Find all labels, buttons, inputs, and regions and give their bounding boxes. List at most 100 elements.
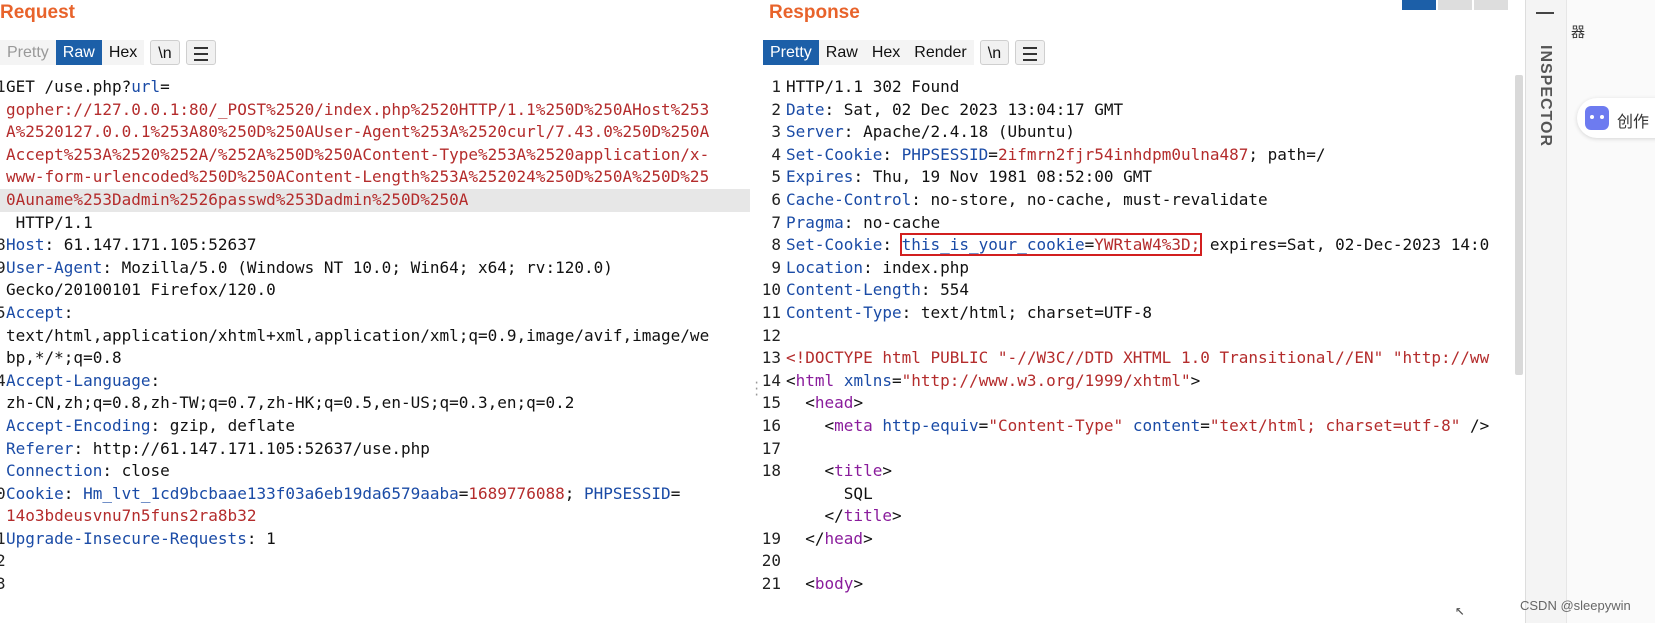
response-line[interactable]: 8 Set-Cookie: this_is_your_cookie=YWRtaW4… xyxy=(760,233,1520,257)
response-line[interactable]: 6 Cache-Control: no-store, no-cache, must… xyxy=(760,189,1520,212)
response-line[interactable]: 11 Content-Type: text/html; charset=UTF-8 xyxy=(760,302,1520,325)
line-number: 1 xyxy=(771,77,781,96)
response-pane: Response Pretty Raw Hex Render \n 1 HTTP/… xyxy=(760,0,1520,623)
response-scrollbar[interactable] xyxy=(1515,75,1523,375)
response-line[interactable]: 21 <body> xyxy=(760,573,1520,596)
line-number: 5 xyxy=(771,167,781,187)
inspector-panel[interactable]: INSPECTOR xyxy=(1525,0,1566,623)
line-number: 21 xyxy=(761,574,781,594)
request-line[interactable]: Connection: close xyxy=(0,460,750,483)
line-number xyxy=(760,483,786,506)
response-tab-raw[interactable]: Raw xyxy=(818,40,865,65)
response-tab-hex[interactable]: Hex xyxy=(864,40,908,65)
response-line[interactable]: 14 <html xmlns="http://www.w3.org/1999/xh… xyxy=(760,370,1520,393)
response-line[interactable]: 4 Set-Cookie: PHPSESSID=2ifmrn2fjr54inhdp… xyxy=(760,144,1520,167)
line-text: Cookie: Hm_lvt_1cd9bcbaae133f03a6eb19da6… xyxy=(6,483,681,503)
request-line[interactable]: www-form-urlencoded%250D%250AContent-Len… xyxy=(0,166,750,189)
line-text: </title> xyxy=(786,506,902,526)
line-text: <html xmlns="http://www.w3.org/1999/xhtm… xyxy=(786,370,1201,390)
request-line[interactable]: Accept-Encoding: gzip, deflate xyxy=(0,415,750,438)
request-line[interactable]: 14o3bdeusvnu7n5funs2ra8b32 xyxy=(0,505,750,528)
request-line[interactable]: 3 xyxy=(0,573,750,596)
line-number: 14 xyxy=(761,370,781,390)
highlighted-cookie: this_is_your_cookie=YWRtaW4%3D; xyxy=(899,233,1203,257)
request-line[interactable]: bp,*/*;q=0.8 xyxy=(0,347,750,370)
request-menu-button[interactable] xyxy=(185,40,216,65)
response-editor[interactable]: 1 HTTP/1.1 302 Found 2 Date: Sat, 02 Dec 20… xyxy=(760,76,1520,596)
line-text: Date: Sat, 02 Dec 2023 13:04:17 GMT xyxy=(786,99,1124,119)
response-line[interactable]: SQL xyxy=(760,483,1520,506)
layout-vertical-button[interactable] xyxy=(1438,0,1472,10)
request-line[interactable]: A%2520127.0.0.1%253A80%250D%250AUser-Age… xyxy=(0,121,750,144)
line-text: Upgrade-Insecure-Requests: 1 xyxy=(6,528,276,548)
request-line[interactable]: gopher://127.0.0.1:80/_POST%2520/index.p… xyxy=(0,99,750,122)
line-text xyxy=(786,438,1520,461)
request-tab-hex[interactable]: Hex xyxy=(101,40,145,65)
response-line[interactable]: 12 xyxy=(760,325,1520,348)
pane-divider[interactable]: · · · xyxy=(750,0,760,623)
request-tab-raw[interactable]: Raw xyxy=(55,40,102,65)
request-tab-pretty[interactable]: Pretty xyxy=(0,40,56,65)
request-line[interactable]: 8 Host: 61.147.171.105:52637 xyxy=(0,234,750,257)
request-line[interactable]: text/html,application/xhtml+xml,applicat… xyxy=(0,325,750,348)
request-line[interactable]: 9 User-Agent: Mozilla/5.0 (Windows NT 10.… xyxy=(0,257,750,280)
inspector-menu-icon[interactable] xyxy=(1536,0,1554,14)
request-line[interactable]: Referer: http://61.147.171.105:52637/use… xyxy=(0,438,750,461)
line-text: <body> xyxy=(786,574,864,594)
response-line[interactable]: 9 Location: index.php xyxy=(760,257,1520,280)
line-text: <meta http-equiv="Content-Type" content=… xyxy=(786,415,1490,435)
response-line[interactable]: 3 Server: Apache/2.4.18 (Ubuntu) xyxy=(760,121,1520,144)
line-text xyxy=(6,573,750,596)
response-menu-button[interactable] xyxy=(1015,40,1046,65)
response-line[interactable]: 15 <head> xyxy=(760,392,1520,415)
request-line[interactable]: 4 Accept-Language: xyxy=(0,370,750,393)
response-line[interactable]: 2 Date: Sat, 02 Dec 2023 13:04:17 GMT xyxy=(760,99,1520,122)
response-line[interactable]: 1 HTTP/1.1 302 Found xyxy=(760,76,1520,99)
create-assistant-button[interactable]: 创作 xyxy=(1577,98,1655,138)
response-line[interactable]: 16 <meta http-equiv="Content-Type" conte… xyxy=(760,415,1520,438)
response-line[interactable]: 5 Expires: Thu, 19 Nov 1981 08:52:00 GMT xyxy=(760,166,1520,189)
layout-tabs-button[interactable] xyxy=(1474,0,1508,10)
line-text: <head> xyxy=(786,393,864,413)
line-text: </head> xyxy=(786,528,873,548)
line-number: 18 xyxy=(761,461,781,481)
response-line[interactable]: 13 <!DOCTYPE html PUBLIC "-//W3C//DTD XHT… xyxy=(760,347,1520,370)
request-line[interactable]: Accept%253A%2520%252A/%252A%250D%250ACon… xyxy=(0,144,750,167)
response-line[interactable]: 19 </head> xyxy=(760,528,1520,551)
request-line[interactable]: 1 GET /use.php?url= xyxy=(0,76,750,99)
request-editor[interactable]: 1 GET /use.php?url= gopher://127.0.0.1:80/… xyxy=(0,76,750,596)
response-line[interactable]: 7 Pragma: no-cache xyxy=(760,212,1520,235)
browser-sidebar: 器 创作 xyxy=(1566,0,1655,623)
line-text: Pragma: no-cache xyxy=(786,212,941,232)
request-toolbar: Pretty Raw Hex \n xyxy=(0,40,216,65)
sidebar-top-text: 器 xyxy=(1571,25,1585,41)
response-line[interactable]: 10 Content-Length: 554 xyxy=(760,279,1520,302)
cursor-icon: ↖ xyxy=(1455,600,1465,619)
request-line[interactable]: 1 Upgrade-Insecure-Requests: 1 xyxy=(0,528,750,551)
response-line[interactable]: </title> xyxy=(760,505,1520,528)
line-text: HTTP/1.1 xyxy=(6,212,93,232)
menu-icon xyxy=(1023,46,1038,61)
line-number: 6 xyxy=(771,189,781,209)
request-newline-toggle[interactable]: \n xyxy=(150,40,180,65)
response-line[interactable]: 17 xyxy=(760,438,1520,461)
response-tab-pretty[interactable]: Pretty xyxy=(763,40,819,65)
request-line[interactable]: HTTP/1.1 xyxy=(0,212,750,235)
line-text: Content-Type: text/html; charset=UTF-8 xyxy=(786,302,1153,322)
response-line[interactable]: 18 <title> xyxy=(760,460,1520,483)
response-newline-toggle[interactable]: \n xyxy=(979,40,1010,65)
request-line[interactable]: 5 Accept: xyxy=(0,302,750,325)
line-text: Content-Length: 554 xyxy=(786,280,970,300)
request-line[interactable]: 0Auname%253Dadmin%2526passwd%253Dadmin%2… xyxy=(0,188,750,212)
request-line[interactable]: Gecko/20100101 Firefox/120.0 xyxy=(0,279,750,302)
line-text: Set-Cookie: this_is_your_cookie=YWRtaW4%… xyxy=(786,233,1490,257)
layout-side-by-side-button[interactable] xyxy=(1402,0,1436,10)
menu-icon xyxy=(193,46,208,61)
request-line[interactable]: zh-CN,zh;q=0.8,zh-TW;q=0.7,zh-HK;q=0.5,e… xyxy=(0,392,750,415)
response-tab-render[interactable]: Render xyxy=(907,40,974,65)
request-line[interactable]: 0 Cookie: Hm_lvt_1cd9bcbaae133f03a6eb19da… xyxy=(0,483,750,506)
line-number: 20 xyxy=(761,551,781,571)
line-text: Set-Cookie: PHPSESSID=2ifmrn2fjr54inhdpm… xyxy=(786,144,1326,164)
request-line[interactable]: 2 xyxy=(0,550,750,573)
response-line[interactable]: 20 xyxy=(760,550,1520,573)
